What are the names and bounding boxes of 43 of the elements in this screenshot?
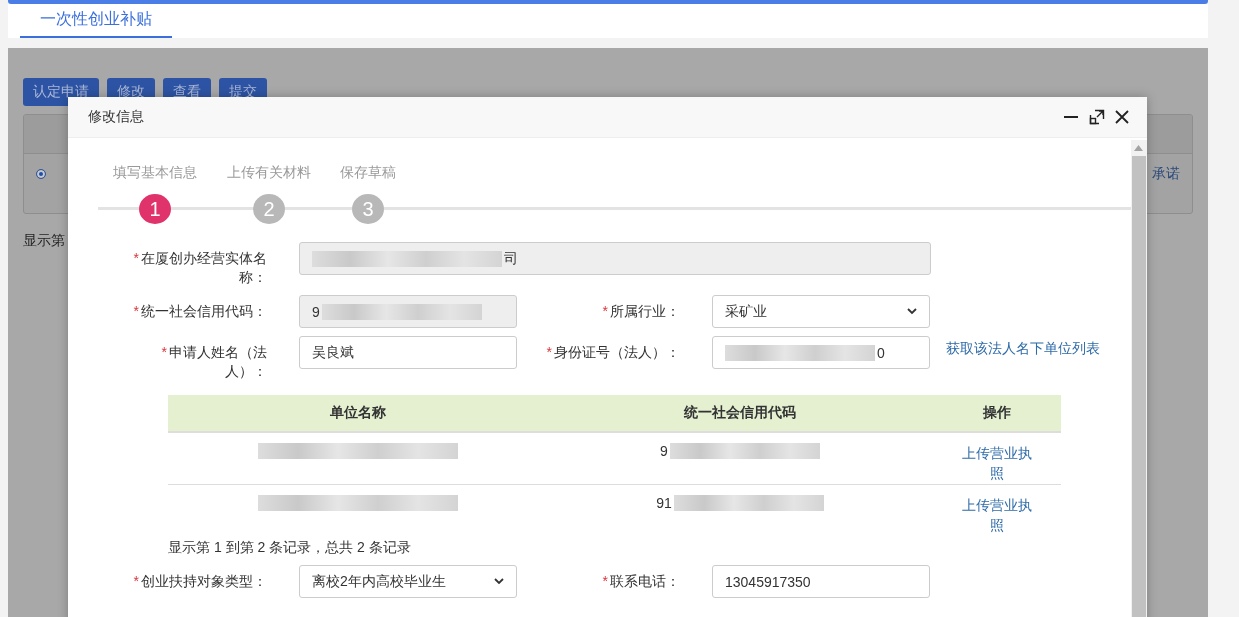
dialog-title: 修改信息 bbox=[88, 108, 144, 126]
table-cell: 91 bbox=[656, 495, 672, 511]
chevron-down-icon bbox=[494, 578, 504, 585]
chevron-down-icon bbox=[907, 308, 917, 315]
close-icon[interactable] bbox=[1115, 110, 1129, 124]
row-radio[interactable] bbox=[36, 168, 46, 179]
required-mark: * bbox=[161, 344, 167, 360]
maximize-icon[interactable] bbox=[1089, 109, 1105, 125]
column-header: 操作 bbox=[981, 404, 1012, 422]
step-number[interactable]: 1 bbox=[139, 194, 171, 224]
input-field[interactable]: 0 bbox=[712, 336, 930, 369]
upload-license-link[interactable]: 上传营业执照 bbox=[961, 443, 1032, 484]
fetch-units-link[interactable]: 获取该法人名下单位列表 bbox=[946, 336, 1100, 358]
step-label: 保存草稿 bbox=[340, 164, 396, 182]
support-type-select[interactable]: 离校2年内高校毕业生 bbox=[299, 565, 517, 598]
industry-select[interactable]: 采矿业 bbox=[712, 295, 930, 328]
upload-license-link[interactable]: 上传营业执照 bbox=[961, 495, 1032, 537]
record-count: 显示第 1 到第 2 条记录，总共 2 条记录 bbox=[168, 539, 412, 557]
required-mark: * bbox=[133, 303, 139, 319]
table-cell: 9 bbox=[660, 443, 668, 459]
field-label: *所属行业： bbox=[601, 302, 680, 321]
field-label: *统一社会信用代码： bbox=[132, 302, 267, 321]
step-label: 上传有关材料 bbox=[227, 164, 311, 182]
required-mark: * bbox=[546, 344, 552, 360]
field-label: *在厦创办经营实体名称： bbox=[132, 249, 267, 287]
record-count: 显示第 bbox=[23, 232, 65, 250]
required-mark: * bbox=[133, 250, 139, 266]
field-label: *联系电话： bbox=[601, 572, 680, 591]
column-header: 统一社会信用代码 bbox=[683, 404, 797, 422]
required-mark: * bbox=[602, 303, 608, 319]
column-header: 单位名称 bbox=[329, 404, 387, 422]
input-field[interactable]: 吴良斌 bbox=[299, 336, 517, 369]
promise-link[interactable]: 承诺 bbox=[1152, 164, 1180, 183]
required-mark: * bbox=[602, 573, 608, 589]
step-label: 填写基本信息 bbox=[113, 164, 197, 182]
scrollbar[interactable] bbox=[1131, 140, 1147, 617]
scroll-thumb[interactable] bbox=[1132, 156, 1146, 617]
required-mark: * bbox=[133, 573, 139, 589]
field-label: *申请人姓名（法人）： bbox=[160, 343, 267, 381]
field-label: *创业扶持对象类型： bbox=[132, 572, 267, 591]
field-label: *身份证号（法人）： bbox=[545, 343, 680, 362]
page-tab[interactable]: 一次性创业补贴 bbox=[20, 9, 172, 38]
input-field[interactable]: 13045917350 bbox=[712, 565, 930, 598]
